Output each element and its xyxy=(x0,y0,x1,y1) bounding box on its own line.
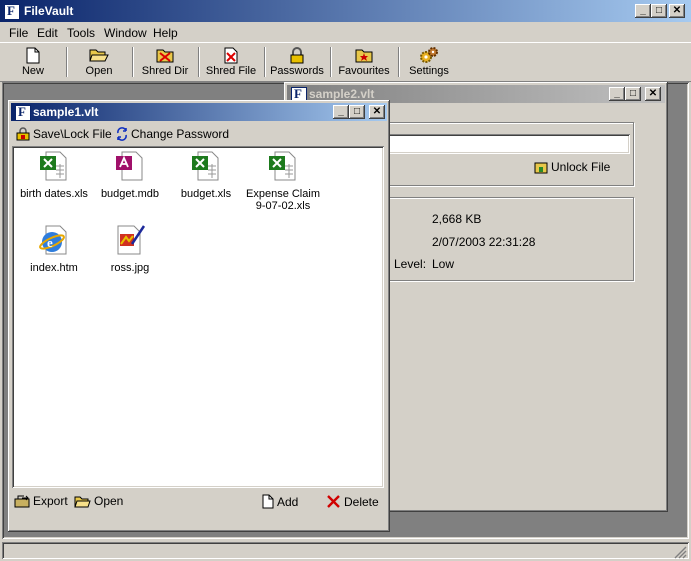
passwords-button[interactable]: Passwords xyxy=(266,44,328,80)
file-item[interactable]: budget.mdb xyxy=(90,150,170,200)
maximize-icon[interactable]: □ xyxy=(651,4,667,18)
file-name: index.htm xyxy=(30,262,78,274)
settings-label: Settings xyxy=(409,65,449,77)
app-title: FileVault xyxy=(24,4,74,18)
file-item[interactable]: e index.htm xyxy=(14,224,94,274)
favourites-label: Favourites xyxy=(338,65,390,77)
favourites-button[interactable]: Favourites xyxy=(334,44,394,80)
shred-dir-label: Shred Dir xyxy=(141,65,189,77)
open-folder-icon xyxy=(89,49,109,62)
unlock-file-label: Unlock File xyxy=(551,160,611,174)
sample2-title: sample2.vlt xyxy=(309,87,375,101)
password-input[interactable] xyxy=(376,134,630,154)
resize-grip-icon[interactable] xyxy=(673,545,687,559)
open-button[interactable]: Open xyxy=(72,44,126,80)
gears-icon xyxy=(420,47,438,63)
sample1-minimize-icon[interactable]: _ xyxy=(333,105,349,119)
excel-file-icon xyxy=(40,151,67,181)
excel-file-icon xyxy=(192,151,219,181)
sample1-window[interactable]: sample1.vlt _ □ ✕ Save\Lock File Change … xyxy=(8,100,390,532)
status-bar xyxy=(0,540,691,561)
file-name: budget.mdb xyxy=(100,188,160,200)
add-label: Add xyxy=(277,494,299,509)
save-lock-file-button[interactable]: Save\Lock File xyxy=(16,127,112,141)
file-item[interactable]: birth dates.xls xyxy=(14,150,94,200)
unlock-icon xyxy=(534,162,548,173)
export-icon xyxy=(14,495,30,507)
sample1-maximize-icon[interactable]: □ xyxy=(349,105,365,119)
open-folder-icon xyxy=(74,496,91,507)
shred-file-icon xyxy=(224,47,238,63)
favourites-folder-icon xyxy=(355,49,373,63)
delete-label: Delete xyxy=(344,494,379,509)
delete-icon xyxy=(327,495,340,508)
menu-edit[interactable]: Edit xyxy=(37,26,58,40)
html-file-icon: e xyxy=(39,225,67,255)
close-icon[interactable]: ✕ xyxy=(669,4,685,18)
padlock-icon xyxy=(290,46,304,63)
shred-file-label: Shred File xyxy=(205,65,257,77)
security-level-label: Level: xyxy=(394,257,427,271)
status-panel xyxy=(2,542,689,559)
lock-icon xyxy=(16,127,30,141)
open-label: Open xyxy=(85,65,113,77)
file-item[interactable]: budget.xls xyxy=(166,150,246,200)
save-lock-label: Save\Lock File xyxy=(33,127,112,141)
svg-text:e: e xyxy=(47,235,53,250)
excel-file-icon xyxy=(269,151,296,181)
settings-button[interactable]: Settings xyxy=(402,44,456,80)
new-button[interactable]: New xyxy=(6,44,60,80)
new-label: New xyxy=(21,65,44,77)
access-file-icon xyxy=(116,151,143,181)
refresh-arrows-icon xyxy=(117,127,127,141)
menu-help[interactable]: Help xyxy=(153,26,178,40)
shred-file-button[interactable]: Shred File xyxy=(204,44,258,80)
add-file-button[interactable]: Add xyxy=(262,494,298,509)
shred-dir-button[interactable]: Shred Dir xyxy=(138,44,192,80)
menu-tools[interactable]: Tools xyxy=(67,26,95,40)
change-password-button[interactable]: Change Password xyxy=(116,127,229,141)
file-item[interactable]: ross.jpg xyxy=(90,224,170,274)
add-document-icon xyxy=(262,494,274,509)
open-file-label: Open xyxy=(94,494,124,508)
file-name: Expense Claim 9-07-02.xls xyxy=(246,188,320,212)
sample2-minimize-icon[interactable]: _ xyxy=(609,87,625,101)
export-label: Export xyxy=(33,494,68,508)
change-password-label: Change Password xyxy=(131,127,230,141)
unlock-file-button[interactable]: Unlock File xyxy=(534,160,610,174)
vault-file-list[interactable]: birth dates.xls budget.mdb budget.xls Ex… xyxy=(12,146,384,488)
menu-bar: File Edit Tools Window Help xyxy=(0,22,691,42)
file-item[interactable]: Expense Claim 9-07-02.xls xyxy=(240,150,326,212)
passwords-label: Passwords xyxy=(270,65,324,77)
sample2-close-icon[interactable]: ✕ xyxy=(645,87,661,101)
image-file-icon xyxy=(117,225,146,255)
file-size-value: 2,668 KB xyxy=(432,212,482,226)
file-name: ross.jpg xyxy=(110,262,150,274)
open-file-button[interactable]: Open xyxy=(74,494,123,508)
app-logo-icon[interactable] xyxy=(4,3,20,20)
file-name: budget.xls xyxy=(180,188,232,200)
sample1-close-icon[interactable]: ✕ xyxy=(369,105,385,119)
toolbar: New Open Shred Dir Shred File Passwords … xyxy=(0,42,691,82)
menu-window[interactable]: Window xyxy=(104,26,147,40)
shred-directory-icon xyxy=(156,49,174,63)
menu-file[interactable]: File xyxy=(9,26,28,40)
minimize-icon[interactable]: _ xyxy=(635,4,651,18)
new-document-icon xyxy=(26,47,40,63)
file-date-value: 2/07/2003 22:31:28 xyxy=(432,235,536,249)
sample1-title: sample1.vlt xyxy=(33,105,99,119)
file-name: birth dates.xls xyxy=(20,188,88,200)
security-level-value: Low xyxy=(432,257,455,271)
delete-file-button[interactable]: Delete xyxy=(326,494,379,509)
sample1-title-bar[interactable]: sample1.vlt _ □ ✕ xyxy=(11,103,387,121)
export-button[interactable]: Export xyxy=(14,494,68,508)
vault-file-icon xyxy=(15,104,31,121)
sample2-maximize-icon[interactable]: □ xyxy=(625,87,641,101)
app-title-bar[interactable]: FileVault _ □ ✕ xyxy=(0,0,691,22)
